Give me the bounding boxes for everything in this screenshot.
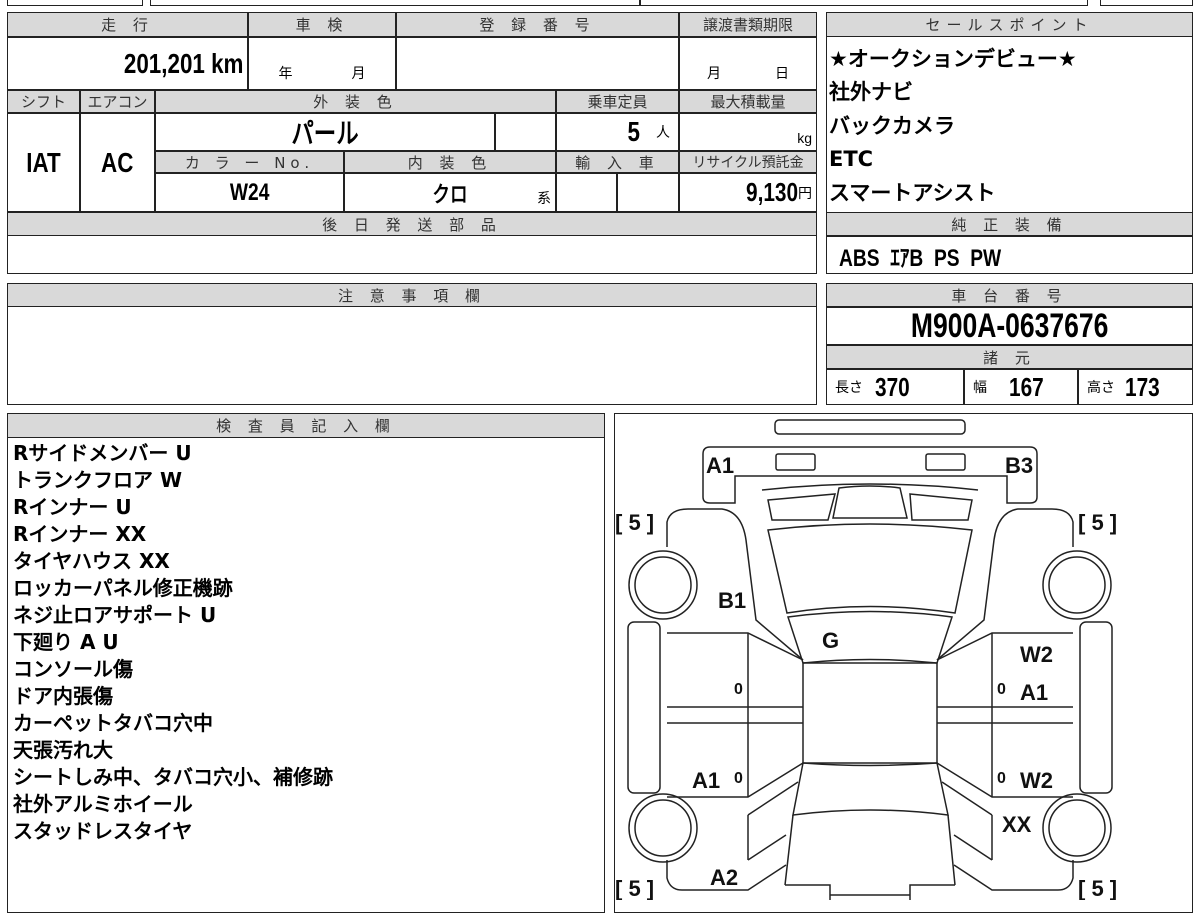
interior-color-value: クロ系 (344, 173, 556, 212)
damage-left-front-door: A1 (692, 768, 720, 793)
exterior-color-label: 外 装 色 (155, 90, 556, 113)
import-value-1 (556, 173, 617, 212)
max-load-value: kg (679, 113, 817, 151)
damage-rear-glass: G (822, 628, 839, 653)
chassis-number-label: 車 台 番 号 (826, 283, 1193, 307)
color-no-value: W24 (155, 173, 344, 212)
damage-right-rear-door-1: W2 (1020, 642, 1053, 667)
inspector-note: 下廻り A U (13, 630, 119, 654)
registration-value (396, 37, 679, 90)
marker-left-rear-door: 0 (734, 681, 743, 698)
marker-right-rear-door: 0 (997, 681, 1006, 698)
marker-left-front-door: 0 (734, 770, 743, 787)
damage-right-front-fender: XX (1002, 812, 1032, 837)
inspector-note: 天張汚れ大 (13, 738, 113, 762)
transfer-date: 月日 (679, 37, 817, 90)
damage-left-quarter: B1 (718, 588, 746, 613)
damage-right-front-door: W2 (1020, 768, 1053, 793)
tire-tread-front-left: [ 5 ] (615, 876, 654, 900)
right-skirt-shape (1079, 621, 1113, 794)
inspector-note: トランクフロア W (13, 468, 183, 492)
chassis-number-value: M900A-0637676 (826, 307, 1193, 345)
inspector-note: カーペットタバコ穴中 (13, 711, 213, 735)
standard-equipment-label: 純 正 装 備 (826, 212, 1193, 236)
inspector-note: シートしみ中、タバコ穴小、補修跡 (13, 765, 333, 789)
inspector-note: Rインナー U (13, 495, 132, 519)
top-strip-cell (1100, 0, 1193, 6)
top-strip-cell (7, 0, 143, 6)
top-strip-cell (150, 0, 640, 6)
capacity-value: 5人 (556, 113, 679, 151)
inspector-note: タイヤハウス XX (13, 549, 170, 573)
ac-value: AC (80, 113, 155, 212)
inspector-note: 社外アルミホイール (13, 792, 193, 816)
height-spec: 高さ 173 (1078, 369, 1193, 405)
ac-label: エアコン (80, 90, 155, 113)
damage-left-front-fender: A2 (710, 865, 738, 890)
inspector-note: Rサイドメンバー U (13, 441, 192, 465)
specs-label: 諸 元 (826, 345, 1193, 369)
sales-point-item: 社外ナビ (829, 80, 913, 105)
tire-tread-front-right: [ 5 ] (1078, 876, 1117, 900)
inspector-note: ドア内張傷 (13, 684, 113, 708)
max-load-label: 最大積載量 (679, 90, 817, 113)
inspector-note: Rインナー XX (13, 522, 147, 546)
rear-bumper-shape (774, 419, 966, 435)
standard-equipment-value: ABS ｴｱB PS PW (826, 236, 1193, 274)
inspection-date: 年月 (248, 37, 396, 90)
damage-rear-left: A1 (706, 453, 734, 478)
sales-point-item: ETC (829, 147, 874, 172)
recycle-fee-label: リサイクル預託金 (679, 151, 817, 173)
roof-shape (802, 662, 938, 764)
recycle-fee-value: 9,130 円 (679, 173, 817, 212)
transfer-deadline-label: 譲渡書類期限 (679, 12, 817, 37)
sales-point-item: ★オークションデビュー★ (829, 47, 1077, 71)
exterior-color-extra (495, 113, 556, 151)
exterior-color-value: パール (155, 113, 495, 151)
inspection-label: 車 検 (248, 12, 396, 37)
color-no-label: カ ラ ー No. (155, 151, 344, 173)
car-outline: [ 5 ] [ 5 ] [ 5 ] [ 5 ] A1 B3 B1 G W2 A1… (615, 419, 1117, 900)
tire-tread-rear-left: [ 5 ] (615, 510, 654, 535)
capacity-label: 乗車定員 (556, 90, 679, 113)
damage-right-rear-door-2: A1 (1020, 680, 1048, 705)
left-skirt-shape (627, 621, 661, 794)
mileage-value: 201,201 km (7, 37, 248, 90)
shift-label: シフト (7, 90, 80, 113)
tire-tread-rear-right: [ 5 ] (1078, 510, 1117, 535)
rear-glass-shape (767, 523, 973, 614)
import-label: 輸 入 車 (556, 151, 679, 173)
inspector-notes: Rサイドメンバー U トランクフロア W Rインナー U Rインナー XX タイ… (7, 440, 333, 845)
interior-color-label: 内 装 色 (344, 151, 556, 173)
later-shipped-parts-label: 後 日 発 送 部 品 (7, 212, 817, 236)
caution-label: 注 意 事 項 欄 (7, 283, 817, 307)
inspector-note: ネジ止ロアサポート U (13, 603, 217, 627)
rear-panel-shape (702, 446, 1038, 504)
inspector-label: 検 査 員 記 入 欄 (7, 413, 605, 438)
sales-points-label: セールスポイント (826, 12, 1193, 37)
inspector-note: コンソール傷 (13, 657, 133, 681)
length-spec: 長さ 370 (826, 369, 964, 405)
sales-points-list: ★オークションデビュー★ 社外ナビ バックカメラ ETC スマートアシスト (826, 43, 1193, 210)
damage-rear-right: B3 (1005, 453, 1033, 478)
sales-point-item: スマートアシスト (829, 180, 996, 205)
top-strip-cell (640, 0, 1088, 6)
marker-right-front-door: 0 (997, 770, 1006, 787)
import-value-2 (617, 173, 679, 212)
shift-value: IAT (7, 113, 80, 212)
mileage-label: 走 行 (7, 12, 248, 37)
registration-label: 登 録 番 号 (396, 12, 679, 37)
width-spec: 幅 167 (964, 369, 1078, 405)
inspector-note: ロッカーパネル修正機跡 (13, 576, 233, 600)
sales-point-item: バックカメラ (829, 113, 955, 138)
inspector-note: スタッドレスタイヤ (13, 819, 193, 843)
